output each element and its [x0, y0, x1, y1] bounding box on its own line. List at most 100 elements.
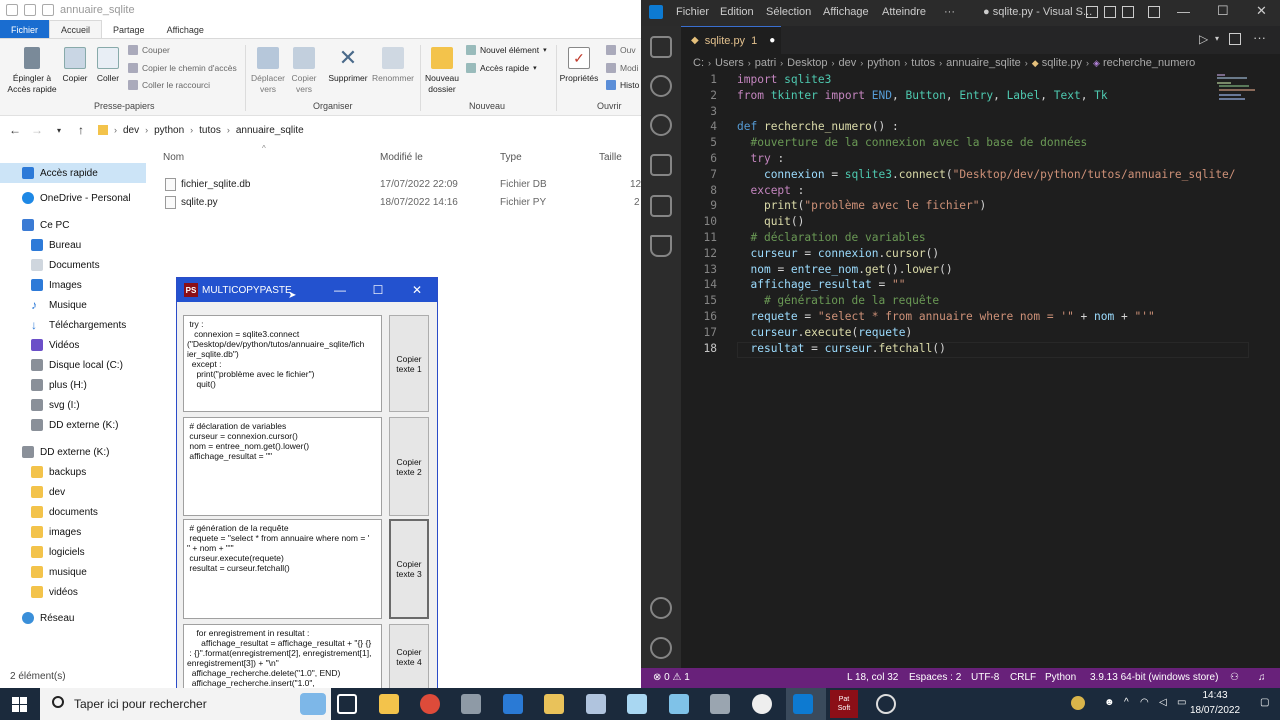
close-icon[interactable]: ✕: [408, 281, 426, 299]
code-line[interactable]: quit(): [737, 215, 804, 228]
tab-sqlite-py[interactable]: ◆ sqlite.py 1 ●: [681, 26, 781, 54]
breadcrumb-tutos[interactable]: tutos: [199, 125, 221, 136]
mcp-titlebar[interactable]: PS MULTICOPYPASTE ➤ — ☐ ✕: [177, 278, 437, 302]
open-button[interactable]: Ouv: [606, 45, 636, 55]
copy-path-button[interactable]: Copier le chemin d'accès: [128, 63, 237, 73]
menu-selection[interactable]: Sélection: [766, 6, 811, 18]
column-type[interactable]: Type: [500, 152, 522, 163]
code-line[interactable]: affichage_resultat = "": [737, 278, 905, 291]
language-mode[interactable]: Python: [1045, 672, 1076, 683]
source-control-icon[interactable]: [650, 114, 672, 136]
breadcrumb-item[interactable]: sqlite.py: [1042, 57, 1082, 69]
quick-access-toolbar-icon[interactable]: [6, 4, 18, 16]
layout-panel-icon[interactable]: [1104, 6, 1116, 18]
people-icon[interactable]: ☻: [1104, 697, 1115, 708]
text-box-1[interactable]: try : connexion = sqlite3.connect ("Desk…: [183, 315, 382, 412]
encoding[interactable]: UTF-8: [971, 672, 999, 683]
wifi-icon[interactable]: ◠: [1140, 697, 1149, 708]
document-app-icon[interactable]: [586, 694, 606, 714]
paste-button[interactable]: Coller: [93, 47, 123, 84]
photos-app-icon[interactable]: [503, 694, 523, 714]
code-line[interactable]: # génération de la requête: [737, 294, 939, 307]
properties-check-icon[interactable]: [24, 4, 36, 16]
copy-text-1-button[interactable]: Copier texte 1: [389, 315, 429, 412]
menu-atteindre[interactable]: Atteindre: [882, 6, 926, 18]
nav-item-disk-c[interactable]: Disque local (C:): [0, 355, 146, 375]
layout-sidebar-icon[interactable]: [1086, 6, 1098, 18]
clock-app-icon[interactable]: [876, 694, 896, 714]
code-line[interactable]: # déclaration de variables: [737, 231, 925, 244]
text-box-4[interactable]: for enregistrement in resultat : afficha…: [183, 624, 382, 688]
modify-button[interactable]: Modi: [606, 63, 638, 73]
restore-icon[interactable]: ☐: [1217, 3, 1229, 19]
show-hidden-icons-icon[interactable]: ^: [1124, 697, 1129, 708]
windows-start-icon[interactable]: [12, 697, 27, 712]
layout-secondary-icon[interactable]: [1122, 6, 1134, 18]
menu-affichage[interactable]: Affichage: [823, 6, 869, 18]
nav-item-musique[interactable]: ♪ Musique: [0, 295, 146, 315]
text-box-2[interactable]: # déclaration de variables curseur = con…: [183, 417, 382, 516]
nav-item-backups[interactable]: backups: [0, 462, 146, 482]
minimize-icon[interactable]: —: [1177, 4, 1190, 19]
up-arrow-icon[interactable]: ↑: [70, 123, 92, 137]
tab-partage[interactable]: Partage: [102, 20, 156, 39]
notes-app-icon[interactable]: [544, 694, 564, 714]
menu-edition[interactable]: Edition: [720, 6, 754, 18]
copy-text-3-button[interactable]: Copier texte 3: [389, 519, 429, 619]
forward-arrow-icon[interactable]: →: [26, 123, 48, 137]
breadcrumb-item[interactable]: annuaire_sqlite: [946, 57, 1021, 69]
breadcrumb-item[interactable]: Desktop: [787, 57, 827, 69]
rename-button[interactable]: Renommer: [370, 47, 416, 84]
breadcrumb-item[interactable]: tutos: [911, 57, 935, 69]
copy-button[interactable]: Copier: [60, 47, 90, 84]
user-avatar-icon[interactable]: [1071, 696, 1085, 710]
breadcrumb-item[interactable]: C:: [693, 57, 704, 69]
python-interpreter[interactable]: 3.9.13 64-bit (windows store): [1090, 672, 1218, 683]
clock-date[interactable]: 18/07/2022: [1180, 705, 1250, 716]
column-name[interactable]: Nom: [163, 152, 184, 163]
code-line[interactable]: import sqlite3: [737, 73, 831, 86]
minimap[interactable]: [1217, 72, 1267, 102]
move-to-button[interactable]: Déplacer vers: [248, 47, 288, 95]
maximize-icon[interactable]: ☐: [369, 281, 387, 299]
code-line[interactable]: def recherche_numero() :: [737, 120, 899, 133]
code-line[interactable]: nom = entree_nom.get().lower(): [737, 263, 952, 276]
nav-item-drive-i[interactable]: svg (I:): [0, 395, 146, 415]
code-line[interactable]: requete = "select * from annuaire where …: [737, 310, 1154, 323]
breadcrumb-item[interactable]: patri: [755, 57, 776, 69]
code-line[interactable]: curseur.execute(requete): [737, 326, 912, 339]
volume-icon[interactable]: ◁: [1159, 697, 1167, 708]
end-of-line[interactable]: CRLF: [1010, 672, 1036, 683]
nav-item-logiciels[interactable]: logiciels: [0, 542, 146, 562]
split-editor-icon[interactable]: [1229, 33, 1241, 45]
tab-affichage[interactable]: Affichage: [156, 20, 215, 39]
run-play-icon[interactable]: ▷: [1199, 32, 1208, 46]
notifications-bell-icon[interactable]: ♫: [1258, 672, 1266, 683]
cut-button[interactable]: Couper: [128, 45, 170, 55]
tab-fichier[interactable]: Fichier: [0, 20, 50, 39]
code-line[interactable]: curseur = connexion.cursor(): [737, 247, 939, 260]
file-explorer-app-icon[interactable]: [379, 694, 399, 714]
column-size[interactable]: Taille: [599, 152, 622, 163]
account-icon[interactable]: [650, 597, 672, 619]
file-app-icon[interactable]: [627, 694, 647, 714]
indentation[interactable]: Espaces : 2: [909, 672, 961, 683]
new-item-button[interactable]: Nouvel élément ▾: [466, 45, 547, 55]
file-row[interactable]: sqlite.py 18/07/2022 14:16 Fichier PY 2: [160, 194, 641, 212]
nav-item-network[interactable]: Réseau: [0, 608, 146, 628]
history-button[interactable]: Histo: [606, 80, 639, 90]
column-modified[interactable]: Modifié le: [380, 152, 423, 163]
testing-flask-icon[interactable]: [650, 235, 672, 257]
breadcrumb-item[interactable]: python: [867, 57, 900, 69]
customize-layout-icon[interactable]: [1148, 6, 1160, 18]
nav-item-drive-k-root[interactable]: DD externe (K:): [0, 442, 146, 462]
breadcrumb-item[interactable]: Users: [715, 57, 744, 69]
nav-item-dev[interactable]: dev: [0, 482, 146, 502]
nav-item-this-pc[interactable]: Ce PC: [0, 215, 146, 235]
task-view-icon[interactable]: [337, 694, 357, 714]
run-menu-chevron-icon[interactable]: ▾: [1215, 34, 1219, 43]
nav-item-musique-k[interactable]: musique: [0, 562, 146, 582]
extensions-icon[interactable]: [650, 195, 672, 217]
breadcrumb-python[interactable]: python: [154, 125, 184, 136]
nav-item-videos[interactable]: Vidéos: [0, 335, 146, 355]
